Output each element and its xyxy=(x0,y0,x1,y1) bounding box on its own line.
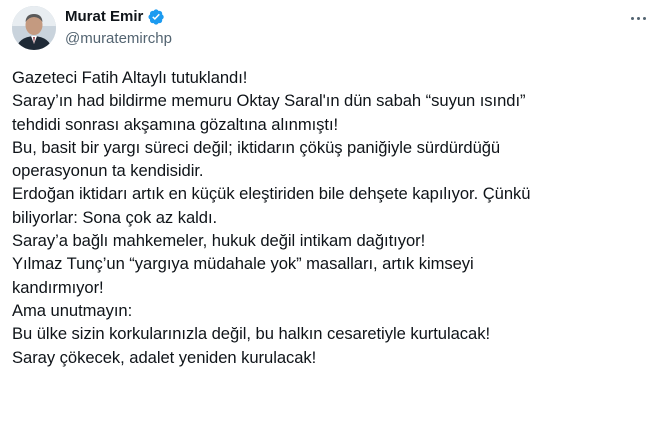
tweet-card: Murat Emir @muratemirchp Gazeteci Fatih … xyxy=(0,0,668,427)
tweet-text-line: Ama unutmayın: xyxy=(12,300,133,320)
more-horizontal-icon xyxy=(636,16,640,20)
tweet-text-line: Saray’a bağlı mahkemeler, hukuk değil in… xyxy=(12,231,426,251)
avatar[interactable] xyxy=(12,6,56,50)
author-display-name[interactable]: Murat Emir xyxy=(65,7,143,27)
more-horizontal-icon xyxy=(630,16,634,20)
tweet-text-line: Saray’ın had bildirme memuru Oktay Saral… xyxy=(12,91,526,111)
tweet-text-line: Bu ülke sizin korkularınızla değil, bu h… xyxy=(12,324,491,344)
verified-badge-icon xyxy=(147,8,165,26)
tweet-text-line: tehdidi sonrası akşamına gözaltına alınm… xyxy=(12,114,339,134)
more-options-button[interactable] xyxy=(624,8,652,28)
tweet-text-line: Saray çökecek, adalet yeniden kurulacak! xyxy=(12,347,317,367)
tweet-text: Gazeteci Fatih Altaylı tutuklandı! Saray… xyxy=(12,66,660,369)
more-horizontal-icon xyxy=(642,16,646,20)
avatar-portrait-icon xyxy=(12,6,56,50)
tweet-text-line: Gazeteci Fatih Altaylı tutuklandı! xyxy=(12,68,248,87)
author-name-row: Murat Emir xyxy=(65,7,165,27)
tweet-text-line: operasyonun ta kendisidir. xyxy=(12,161,204,181)
tweet-text-line: Bu, basit bir yargı süreci değil; iktida… xyxy=(12,137,501,157)
tweet-text-line: Yılmaz Tunç’un “yargıya müdahale yok” ma… xyxy=(12,254,474,274)
tweet-text-line: Erdoğan iktidarı artık en küçük eleştiri… xyxy=(12,184,531,204)
tweet-text-line: kandırmıyor! xyxy=(12,277,104,297)
tweet-text-line: biliyorlar: Sona çok az kaldı. xyxy=(12,207,218,227)
author-handle[interactable]: @muratemirchp xyxy=(65,29,172,49)
